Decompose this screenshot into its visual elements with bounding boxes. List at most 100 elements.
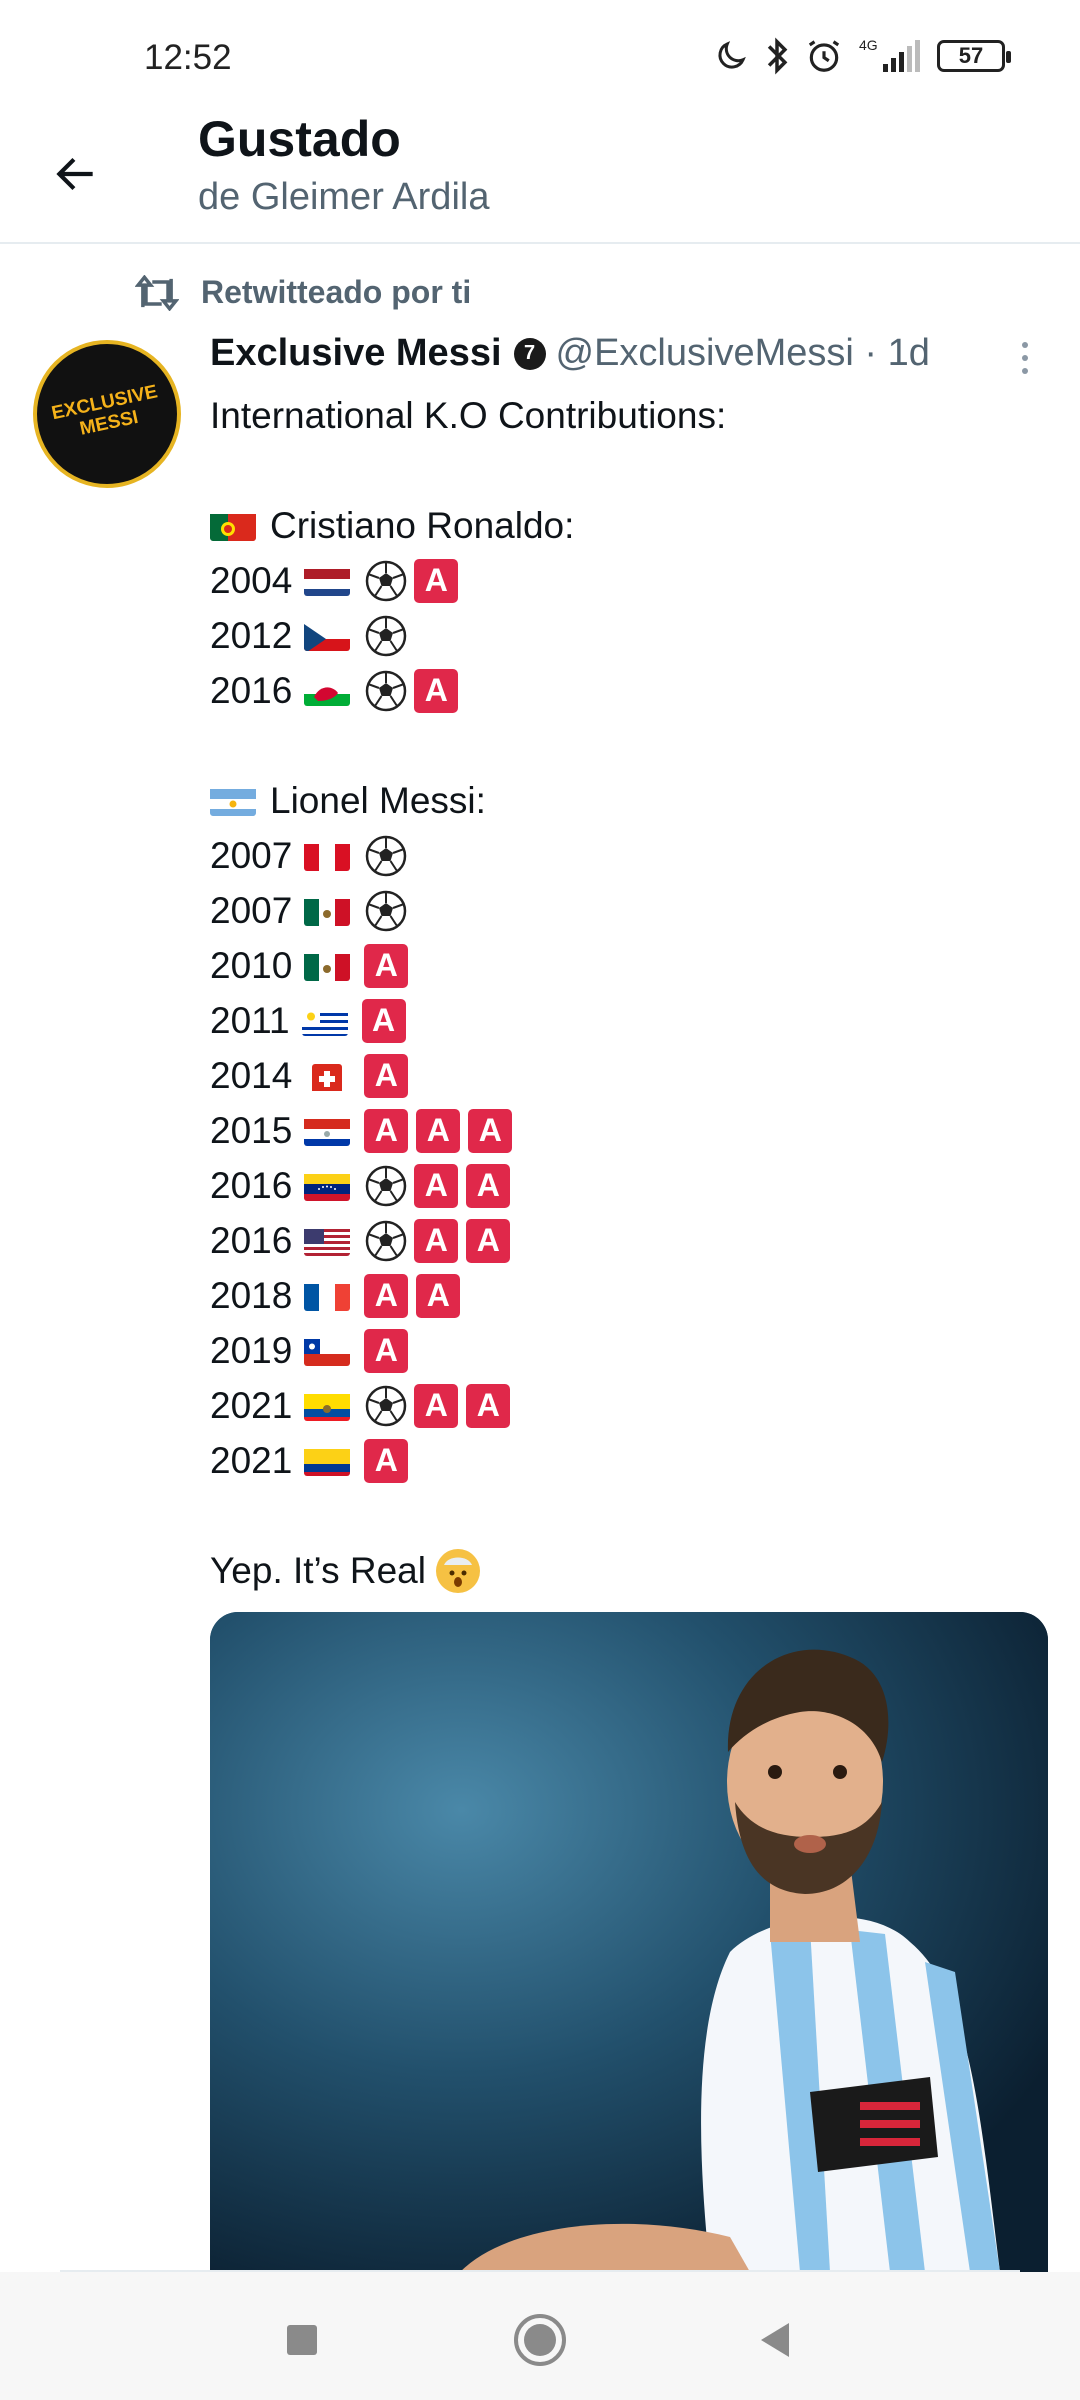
affiliate-badge: 7 (513, 337, 546, 370)
assist-a-icon: A (414, 558, 459, 603)
top-app-bar: Gustado de Gleimer Ardila (0, 110, 1080, 244)
argentina-flag-icon (210, 786, 256, 816)
messi-row: 2018 A A (210, 1268, 1050, 1323)
messi-heading: Lionel Messi: (210, 773, 1050, 828)
avatar[interactable]: EXCLUSIVE MESSI (33, 340, 181, 488)
recents-button[interactable] (272, 2312, 332, 2368)
more-options-button[interactable] (1005, 338, 1045, 378)
status-bar: 12:52 4G 57 (0, 0, 1080, 110)
intro-text: International K.O Contributions: (210, 394, 727, 436)
messi-label: Lionel Messi: (270, 779, 486, 821)
author-handle-time[interactable]: @ExclusiveMessi · 1d (556, 332, 930, 375)
messi-row: 2007 (210, 883, 1050, 938)
system-back-button[interactable] (744, 2312, 804, 2368)
tweet-media-image[interactable] (210, 1612, 1048, 2272)
czech-flag-icon (304, 621, 351, 651)
year-label: 2004 (210, 559, 293, 601)
retweet-label: Retwitteado por ti (201, 274, 472, 310)
assist-a-icon: A (468, 1108, 513, 1153)
cr-row: 2012 (210, 608, 1050, 663)
switzerland-flag-icon (304, 1061, 350, 1091)
year-label: 2015 (210, 1109, 293, 1151)
year-label: 2018 (210, 1274, 293, 1316)
soccer-ball-icon (364, 614, 408, 658)
assist-a-icon: A (361, 998, 406, 1043)
soccer-ball-icon (364, 1164, 408, 1208)
assist-a-icon: A (364, 1273, 409, 1318)
assist-a-icon: A (414, 668, 459, 713)
usa-flag-icon (304, 1226, 351, 1256)
retweet-context[interactable]: Retwitteado por ti (135, 274, 471, 311)
messi-photo-illustration (210, 1612, 1048, 2272)
status-icons: 4G 57 (713, 34, 1011, 78)
cr-row: 2016 A (210, 663, 1050, 718)
tweet-text: International K.O Contributions: Cristia… (210, 388, 1050, 1598)
assist-a-icon: A (416, 1108, 461, 1153)
status-time: 12:52 (144, 38, 232, 77)
exploding-head-emoji-icon (435, 1548, 480, 1593)
assist-a-icon: A (364, 1053, 409, 1098)
messi-row: 2016 A A (210, 1158, 1050, 1213)
assist-a-icon: A (414, 1163, 459, 1208)
outro-text: Yep. It’s Real (210, 1549, 426, 1591)
venezuela-flag-icon (304, 1171, 351, 1201)
soccer-ball-icon (364, 669, 408, 713)
author-name[interactable]: Exclusive Messi (210, 332, 502, 375)
peru-flag-icon (304, 841, 351, 871)
battery-level: 57 (958, 43, 984, 68)
messi-row: 2021 A A (210, 1378, 1050, 1433)
assist-a-icon: A (466, 1383, 511, 1428)
back-button[interactable] (40, 138, 112, 210)
chile-flag-icon (304, 1336, 351, 1366)
assist-a-icon: A (364, 943, 409, 988)
alarm-icon (805, 34, 843, 78)
assist-a-icon: A (364, 1108, 409, 1153)
outro-line: Yep. It’s Real (210, 1543, 1050, 1598)
year-label: 2007 (210, 889, 293, 931)
netherlands-flag-icon (304, 566, 351, 596)
year-label: 2019 (210, 1329, 293, 1371)
year-label: 2011 (210, 999, 290, 1041)
tweet-line: International K.O Contributions: (210, 388, 1050, 443)
home-circle-icon (514, 2314, 566, 2366)
messi-row: 2010 A (210, 938, 1050, 993)
assist-a-icon: A (466, 1218, 511, 1263)
assist-a-icon: A (364, 1438, 409, 1483)
france-flag-icon (304, 1281, 351, 1311)
assist-a-icon: A (414, 1218, 459, 1263)
year-label: 2007 (210, 834, 293, 876)
messi-row: 2021 A (210, 1433, 1050, 1488)
messi-row: 2014 A (210, 1048, 1050, 1103)
cr-rows: 2004 A 2012 2016 A (210, 553, 1050, 718)
arrow-left-icon (56, 157, 93, 191)
year-label: 2016 (210, 1219, 293, 1261)
year-label: 2016 (210, 1164, 293, 1206)
messi-row: 2019 A (210, 1323, 1050, 1378)
assist-a-icon: A (466, 1163, 511, 1208)
uruguay-flag-icon (301, 1006, 348, 1036)
page-subtitle: de Gleimer Ardila (198, 176, 490, 218)
year-label: 2014 (210, 1054, 293, 1096)
signal-icon: 4G (857, 34, 923, 78)
soccer-ball-icon (364, 1219, 408, 1263)
year-label: 2021 (210, 1384, 293, 1426)
soccer-ball-icon (364, 834, 408, 878)
cr-heading: Cristiano Ronaldo: (210, 498, 1050, 553)
soccer-ball-icon (364, 889, 408, 933)
messi-row: 2011 A (210, 993, 1050, 1048)
messi-row: 2015 A A A (210, 1103, 1050, 1158)
recents-square-icon (287, 2325, 317, 2355)
retweet-icon (135, 274, 179, 311)
soccer-ball-icon (364, 559, 408, 603)
mexico-flag-icon (304, 896, 351, 926)
avatar-logo-text: EXCLUSIVE MESSI (49, 381, 160, 440)
bluetooth-icon (763, 34, 791, 78)
ecuador-flag-icon (304, 1391, 351, 1421)
home-button[interactable] (510, 2312, 570, 2368)
year-label: 2012 (210, 614, 293, 656)
system-navigation-bar (0, 2272, 1080, 2400)
wales-flag-icon (304, 676, 351, 706)
assist-a-icon: A (416, 1273, 461, 1318)
tweet-header: Exclusive Messi 7 @ExclusiveMessi · 1d (210, 332, 930, 375)
cr-label: Cristiano Ronaldo: (270, 504, 575, 546)
